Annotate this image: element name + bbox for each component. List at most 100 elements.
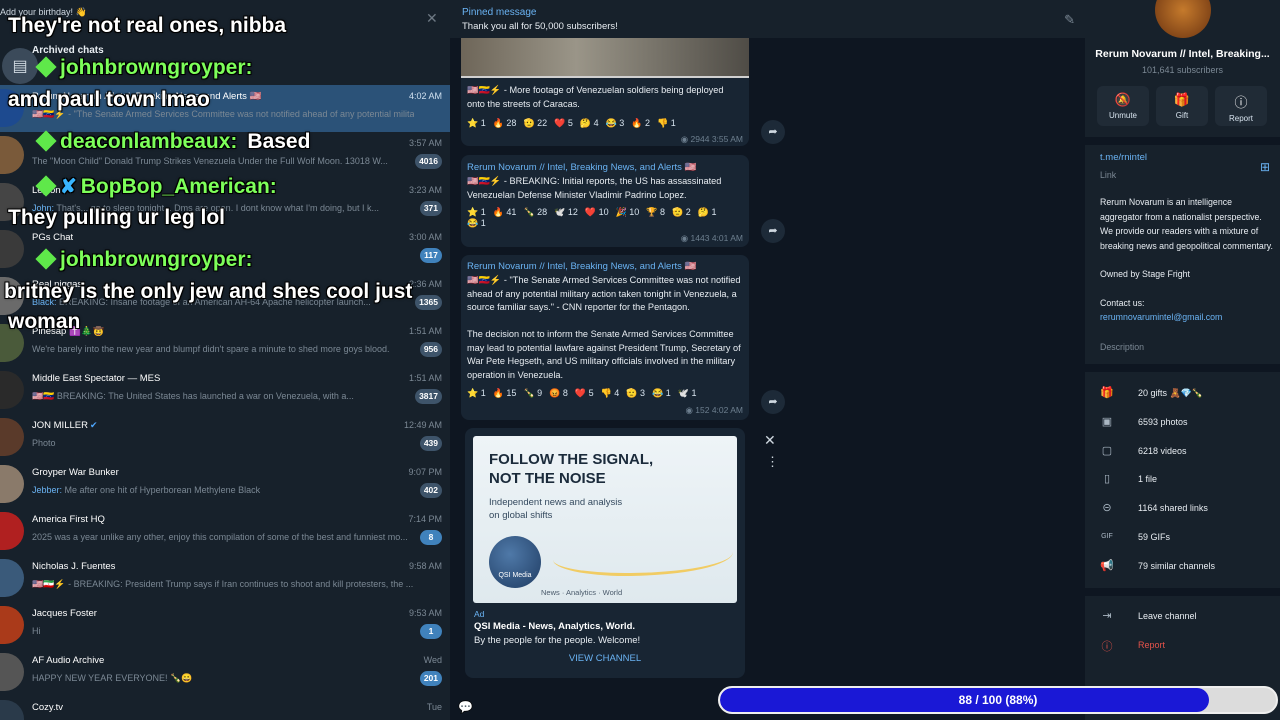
reaction-chip[interactable]: 🎉 10 <box>616 207 640 218</box>
pinned-text: Thank you all for 50,000 subscribers! <box>462 21 618 32</box>
media-label: 1 file <box>1138 474 1158 485</box>
more-options-icon[interactable]: ⋮ <box>766 454 779 470</box>
chat-row[interactable]: Nicholas J. Fuentes 9:58 AM 🇺🇸🇮🇷⚡ - BREAKI… <box>0 555 450 602</box>
reactions[interactable]: ⭐ 1 🔥 41 🍾 28 🕊️ 12 ❤️ 10 🎉 10 🏆 8 🫡 2 🤔 1 😂 1 <box>467 207 749 229</box>
reaction-chip[interactable]: 🫡 22 <box>523 118 547 129</box>
media-row[interactable]: 🎁 20 gifts 🧸💎🍾 <box>1100 384 1275 404</box>
ad-logo-text: QSI Media <box>498 572 532 579</box>
reaction-chip[interactable]: 🤔 1 <box>698 207 717 218</box>
close-ad-icon[interactable]: ✕ <box>764 432 776 449</box>
leave-channel-button[interactable]: ⇥ Leave channel <box>1100 607 1275 627</box>
qr-code-icon[interactable]: ⊞ <box>1260 160 1270 174</box>
sponsored-ad[interactable]: FOLLOW THE SIGNAL, NOT THE NOISE Indepen… <box>465 428 745 678</box>
chat-row[interactable]: AF Audio Archive Wed HAPPY NEW YEAR EVERYO… <box>0 649 450 696</box>
message-senate[interactable]: Rerum Novarum // Intel, Breaking News, a… <box>461 255 749 420</box>
views-icon: ◉ <box>680 233 691 243</box>
media-row[interactable]: ▣ 6593 photos <box>1100 413 1275 433</box>
reaction-chip[interactable]: 👎 1 <box>657 118 676 129</box>
reaction-chip[interactable]: 😂 3 <box>606 118 625 129</box>
media-icon: 📢 <box>1100 559 1114 572</box>
chat-avatar <box>0 136 24 174</box>
chat-row[interactable]: Middle East Spectator — MES 1:51 AM 🇺🇸🇻🇪 B… <box>0 367 450 414</box>
ad-subline: Independent news and analysis on global … <box>489 497 623 521</box>
reaction-chip[interactable]: ❤️ 5 <box>554 118 573 129</box>
contact-email[interactable]: rerumnovarumintel@gmail.com <box>1100 310 1275 325</box>
message-time: 4:02 AM <box>711 405 743 415</box>
media-row[interactable]: ▯ 1 file <box>1100 470 1275 490</box>
chat-row[interactable]: America First HQ 7:14 PM 2025 was a year u… <box>0 508 450 555</box>
reaction-chip[interactable]: 🍾 9 <box>523 388 542 399</box>
message-breaking[interactable]: Rerum Novarum // Intel, Breaking News, a… <box>461 155 749 247</box>
channel-action-button[interactable]: 🔕 Unmute <box>1097 86 1149 126</box>
media-row[interactable]: 📢 79 similar channels <box>1100 557 1275 577</box>
message-meta: ◉ 2944 3:55 AM <box>681 134 743 145</box>
unread-badge: 402 <box>419 483 442 498</box>
chat-name: Groyper War Bunker <box>32 467 119 478</box>
action-label: Report <box>1228 114 1253 123</box>
chat-preview: The "Moon Child" Donald Trump Strikes Ve… <box>32 156 414 166</box>
chat-row[interactable]: JON MILLER ✔ 12:49 AM Photo 439 <box>0 414 450 461</box>
media-row[interactable]: GIF 59 GIFs <box>1100 528 1275 548</box>
reaction-chip[interactable]: 🍾 28 <box>523 207 547 218</box>
report-channel-button[interactable]: ⓘ Report <box>1100 636 1275 656</box>
close-icon[interactable]: ✕ <box>426 10 438 27</box>
gem-icon <box>35 56 57 78</box>
reaction-chip[interactable]: ⭐ 1 <box>467 388 486 399</box>
reaction-chip[interactable]: 🔥 28 <box>493 118 517 129</box>
reactions[interactable]: ⭐ 1 🔥 15 🍾 9 😡 8 ❤️ 5 👎 4 🫡 3 😂 1 🕊️ 1 <box>467 388 703 399</box>
forward-button[interactable]: ➦ <box>761 120 785 144</box>
report-label: Report <box>1138 640 1166 650</box>
channel-action-button[interactable]: 🎁 Gift <box>1156 86 1208 126</box>
ad-image[interactable]: FOLLOW THE SIGNAL, NOT THE NOISE Indepen… <box>473 436 737 603</box>
forward-button[interactable]: ➦ <box>761 390 785 414</box>
ad-footer: News · Analytics · World <box>541 588 623 597</box>
reaction-chip[interactable]: 🕊️ 12 <box>554 207 578 218</box>
reactions[interactable]: ⭐ 1 🔥 28 🫡 22 ❤️ 5 🤔 4 😂 3 🔥 2 👎 1 <box>467 118 683 129</box>
reaction-chip[interactable]: 🔥 15 <box>493 388 517 399</box>
chat-row[interactable]: Jacques Foster 9:53 AM Hi 1 <box>0 602 450 649</box>
reaction-chip[interactable]: 😂 1 <box>652 388 671 399</box>
reaction-chip[interactable]: ⭐ 1 <box>467 118 486 129</box>
action-icon: 🎁 <box>1173 92 1191 107</box>
reaction-chip[interactable]: 👎 4 <box>601 388 620 399</box>
overlay-username: deaconlambeaux: <box>60 130 238 153</box>
reaction-chip[interactable]: ❤️ 10 <box>585 207 609 218</box>
media-row[interactable]: ▢ 6218 videos <box>1100 442 1275 462</box>
reaction-chip[interactable]: 🕊️ 1 <box>678 388 697 399</box>
chat-row[interactable]: Groyper War Bunker 9:07 PM Jebber: Me afte… <box>0 461 450 508</box>
reaction-chip[interactable]: 🏆 8 <box>646 207 665 218</box>
reaction-chip[interactable]: 🔥 41 <box>493 207 517 218</box>
message-time: 3:55 AM <box>711 134 743 144</box>
divider <box>1085 137 1280 145</box>
channel-action-button[interactable]: ⓘ Report <box>1215 86 1267 126</box>
chat-name: PGs Chat <box>32 232 74 243</box>
unread-badge: 4016 <box>415 154 442 169</box>
views-icon: ◉ <box>680 134 691 144</box>
unpin-icon[interactable]: ✎ <box>1064 12 1075 28</box>
pinned-label: Pinned message <box>462 7 537 18</box>
reaction-chip[interactable]: 😂 1 <box>467 218 486 229</box>
reaction-chip[interactable]: 🫡 3 <box>626 388 645 399</box>
reaction-chip[interactable]: 😡 8 <box>549 388 568 399</box>
reaction-chip[interactable]: ⭐ 1 <box>467 207 486 218</box>
chat-row[interactable]: Cozy.tv Tue <box>0 696 450 720</box>
pinned-message-bar[interactable]: Pinned message Thank you all for 50,000 … <box>450 0 1085 38</box>
comment-icon[interactable]: 💬 <box>458 700 473 714</box>
chat-avatar <box>0 559 24 597</box>
reaction-chip[interactable]: 🤔 4 <box>580 118 599 129</box>
video-thumbnail[interactable] <box>461 38 749 78</box>
unread-badge: 956 <box>419 342 442 357</box>
subscriber-count: 101,641 subscribers <box>1141 65 1224 75</box>
media-row[interactable]: ⊝ 1164 shared links <box>1100 499 1275 519</box>
message-video[interactable]: 🇺🇸🇻🇪⚡ - More footage of Venezuelan soldi… <box>461 38 749 146</box>
view-channel-button[interactable]: VIEW CHANNEL <box>465 653 745 664</box>
preview-sender: Jebber: <box>32 485 63 495</box>
reaction-chip[interactable]: 🫡 2 <box>672 207 691 218</box>
reaction-chip[interactable]: ❤️ 5 <box>575 388 594 399</box>
overlay-line: They're not real ones, nibba <box>8 14 286 38</box>
forward-button[interactable]: ➦ <box>761 219 785 243</box>
reaction-chip[interactable]: 🔥 2 <box>631 118 650 129</box>
gem-icon <box>35 130 57 152</box>
channel-link[interactable]: t.me/rnintel <box>1100 152 1147 163</box>
chat-time: 4:02 AM <box>408 91 442 101</box>
